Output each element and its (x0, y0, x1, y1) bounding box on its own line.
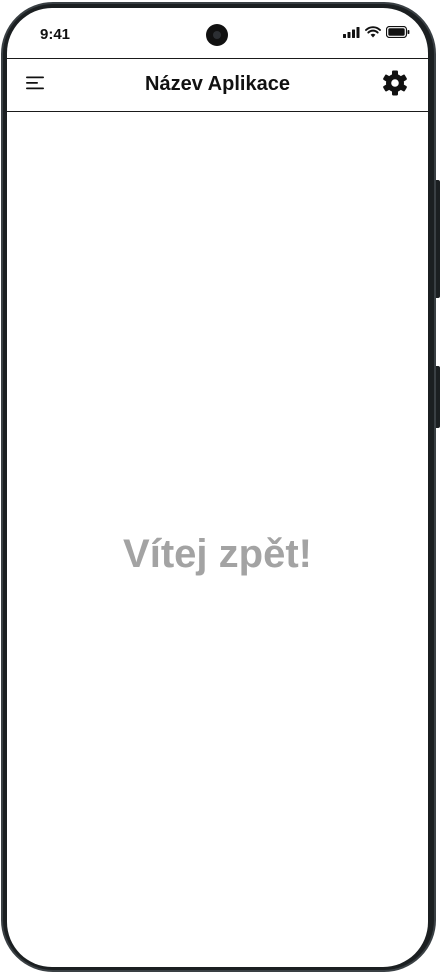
status-icons (343, 25, 410, 43)
gear-icon (381, 69, 409, 102)
phone-screen: 9:41 Název Aplikace Vítej zpět! (7, 8, 428, 967)
menu-button[interactable] (21, 72, 51, 98)
status-bar: 9:41 (7, 8, 428, 58)
settings-button[interactable] (380, 70, 410, 100)
app-header: Název Aplikace (7, 58, 428, 112)
welcome-message: Vítej zpět! (123, 532, 312, 576)
signal-icon (343, 25, 360, 43)
app-title: Název Aplikace (145, 73, 290, 95)
battery-icon (385, 25, 410, 43)
phone-device: 9:41 Název Aplikace Vítej zpět! (0, 0, 440, 975)
main-content: Vítej zpět! (7, 112, 428, 967)
wifi-icon (365, 25, 381, 43)
hamburger-menu-icon (26, 76, 46, 95)
front-camera (206, 24, 228, 46)
status-time: 9:41 (40, 26, 71, 43)
